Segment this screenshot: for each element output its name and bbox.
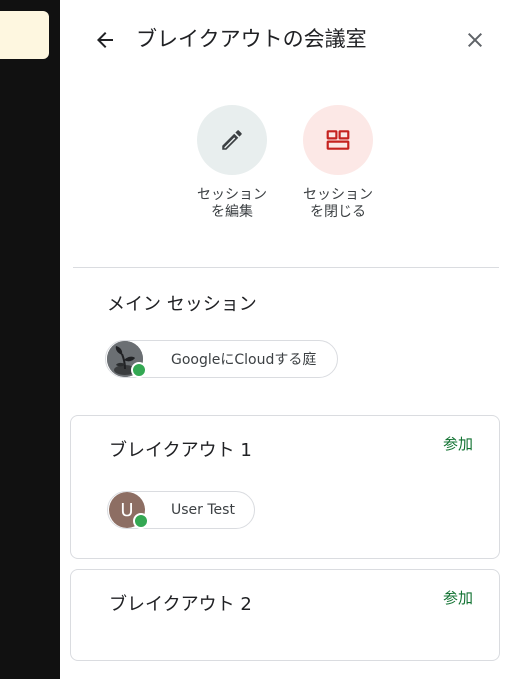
edit-session-circle bbox=[197, 105, 267, 175]
join-room-button[interactable]: 参加 bbox=[443, 432, 473, 456]
meeting-tile bbox=[0, 11, 49, 59]
back-button[interactable] bbox=[90, 25, 120, 55]
edit-session-label: セッションを編集 bbox=[197, 187, 267, 220]
join-room-button[interactable]: 参加 bbox=[443, 586, 473, 610]
breakout-room-card: ブレイクアウト 1 参加 U User Test bbox=[70, 415, 500, 559]
edit-session-button[interactable]: セッションを編集 bbox=[187, 105, 277, 221]
pencil-icon bbox=[222, 130, 242, 150]
participant-name: GoogleにCloudする庭 bbox=[171, 352, 317, 368]
room-title: ブレイクアウト 1 bbox=[109, 440, 252, 461]
close-session-circle bbox=[303, 105, 373, 175]
meeting-background bbox=[0, 0, 60, 679]
close-session-label: セッションを閉じる bbox=[303, 187, 373, 220]
arrow-left-icon bbox=[97, 32, 113, 48]
main-session-participant-chip[interactable]: GoogleにCloudする庭 bbox=[105, 340, 338, 378]
room-title: ブレイクアウト 2 bbox=[109, 594, 252, 615]
online-status-dot bbox=[133, 513, 149, 529]
main-session-title: メイン セッション bbox=[107, 294, 257, 315]
close-button[interactable] bbox=[460, 25, 490, 55]
section-divider bbox=[73, 267, 499, 268]
avatar-wrap: U bbox=[109, 492, 149, 529]
breakout-rooms-panel: ブレイクアウトの会議室 セッションを編集 セッションを閉じる メイン セッション bbox=[60, 0, 510, 679]
avatar-wrap bbox=[107, 341, 147, 378]
breakout-room-card: ブレイクアウト 2 参加 bbox=[70, 569, 500, 661]
participant-name: User Test bbox=[171, 502, 235, 518]
grid-layout-icon bbox=[326, 130, 350, 150]
close-session-button[interactable]: セッションを閉じる bbox=[293, 105, 383, 221]
panel-title: ブレイクアウトの会議室 bbox=[136, 27, 367, 51]
room-participant-chip[interactable]: U User Test bbox=[107, 491, 255, 529]
close-icon bbox=[468, 33, 482, 47]
online-status-dot bbox=[131, 362, 147, 378]
